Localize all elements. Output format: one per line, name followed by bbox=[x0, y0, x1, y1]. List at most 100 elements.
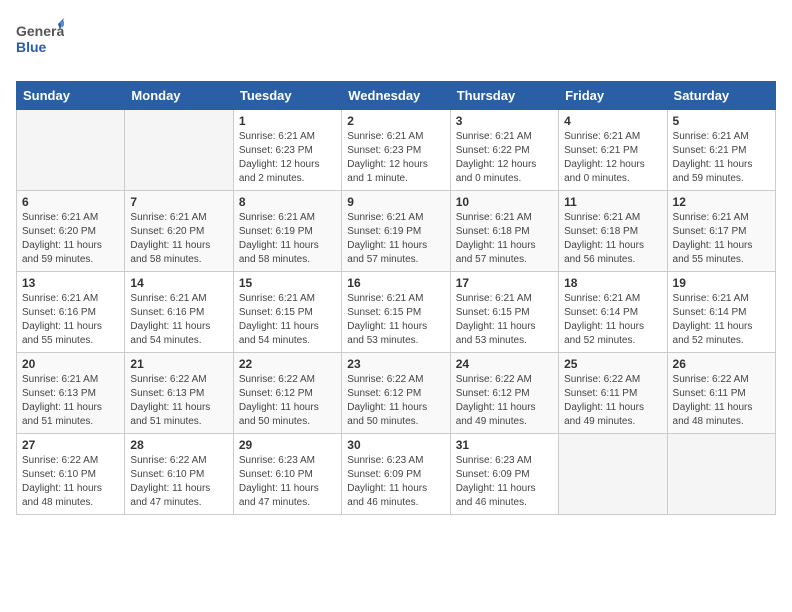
sunset-label: Sunset: 6:16 PM bbox=[22, 307, 96, 318]
sunrise-label: Sunrise: 6:23 AM bbox=[456, 455, 532, 466]
weekday-header-row: SundayMondayTuesdayWednesdayThursdayFrid… bbox=[17, 82, 776, 110]
day-detail: Sunrise: 6:21 AM Sunset: 6:16 PM Dayligh… bbox=[22, 292, 119, 348]
sunrise-label: Sunrise: 6:21 AM bbox=[673, 293, 749, 304]
day-detail: Sunrise: 6:21 AM Sunset: 6:14 PM Dayligh… bbox=[564, 292, 661, 348]
sunrise-label: Sunrise: 6:21 AM bbox=[564, 131, 640, 142]
sunrise-label: Sunrise: 6:21 AM bbox=[564, 212, 640, 223]
sunrise-label: Sunrise: 6:22 AM bbox=[673, 374, 749, 385]
day-detail: Sunrise: 6:21 AM Sunset: 6:22 PM Dayligh… bbox=[456, 130, 553, 186]
day-number: 22 bbox=[239, 357, 336, 371]
daylight-label: Daylight: 11 hours and 58 minutes. bbox=[239, 240, 319, 265]
sunrise-label: Sunrise: 6:22 AM bbox=[564, 374, 640, 385]
day-detail: Sunrise: 6:23 AM Sunset: 6:09 PM Dayligh… bbox=[347, 454, 444, 510]
sunset-label: Sunset: 6:21 PM bbox=[564, 145, 638, 156]
day-number: 4 bbox=[564, 114, 661, 128]
sunset-label: Sunset: 6:14 PM bbox=[564, 307, 638, 318]
daylight-label: Daylight: 12 hours and 1 minute. bbox=[347, 159, 428, 184]
calendar-cell: 29 Sunrise: 6:23 AM Sunset: 6:10 PM Dayl… bbox=[233, 434, 341, 515]
day-number: 24 bbox=[456, 357, 553, 371]
sunset-label: Sunset: 6:20 PM bbox=[130, 226, 204, 237]
logo-graphic: General Blue bbox=[16, 16, 64, 69]
daylight-label: Daylight: 12 hours and 0 minutes. bbox=[456, 159, 537, 184]
calendar-cell: 24 Sunrise: 6:22 AM Sunset: 6:12 PM Dayl… bbox=[450, 353, 558, 434]
sunset-label: Sunset: 6:12 PM bbox=[239, 388, 313, 399]
sunset-label: Sunset: 6:11 PM bbox=[564, 388, 637, 399]
daylight-label: Daylight: 11 hours and 51 minutes. bbox=[22, 402, 102, 427]
sunrise-label: Sunrise: 6:21 AM bbox=[347, 293, 423, 304]
calendar-cell: 16 Sunrise: 6:21 AM Sunset: 6:15 PM Dayl… bbox=[342, 272, 450, 353]
weekday-header: Saturday bbox=[667, 82, 775, 110]
day-number: 6 bbox=[22, 195, 119, 209]
day-number: 23 bbox=[347, 357, 444, 371]
daylight-label: Daylight: 11 hours and 52 minutes. bbox=[564, 321, 644, 346]
sunrise-label: Sunrise: 6:21 AM bbox=[456, 212, 532, 223]
day-number: 11 bbox=[564, 195, 661, 209]
day-number: 8 bbox=[239, 195, 336, 209]
sunset-label: Sunset: 6:10 PM bbox=[239, 469, 313, 480]
sunrise-label: Sunrise: 6:22 AM bbox=[130, 455, 206, 466]
sunset-label: Sunset: 6:16 PM bbox=[130, 307, 204, 318]
day-number: 25 bbox=[564, 357, 661, 371]
day-number: 30 bbox=[347, 438, 444, 452]
sunrise-label: Sunrise: 6:21 AM bbox=[22, 293, 98, 304]
day-number: 26 bbox=[673, 357, 770, 371]
calendar-cell: 2 Sunrise: 6:21 AM Sunset: 6:23 PM Dayli… bbox=[342, 110, 450, 191]
sunset-label: Sunset: 6:15 PM bbox=[239, 307, 313, 318]
calendar-cell: 27 Sunrise: 6:22 AM Sunset: 6:10 PM Dayl… bbox=[17, 434, 125, 515]
sunset-label: Sunset: 6:17 PM bbox=[673, 226, 747, 237]
calendar-cell: 20 Sunrise: 6:21 AM Sunset: 6:13 PM Dayl… bbox=[17, 353, 125, 434]
sunrise-label: Sunrise: 6:23 AM bbox=[347, 455, 423, 466]
day-detail: Sunrise: 6:21 AM Sunset: 6:18 PM Dayligh… bbox=[564, 211, 661, 267]
daylight-label: Daylight: 11 hours and 48 minutes. bbox=[673, 402, 753, 427]
daylight-label: Daylight: 12 hours and 2 minutes. bbox=[239, 159, 320, 184]
sunrise-label: Sunrise: 6:21 AM bbox=[239, 131, 315, 142]
svg-text:Blue: Blue bbox=[16, 39, 47, 55]
sunrise-label: Sunrise: 6:22 AM bbox=[456, 374, 532, 385]
calendar-cell: 7 Sunrise: 6:21 AM Sunset: 6:20 PM Dayli… bbox=[125, 191, 233, 272]
weekday-header: Tuesday bbox=[233, 82, 341, 110]
daylight-label: Daylight: 11 hours and 49 minutes. bbox=[456, 402, 536, 427]
daylight-label: Daylight: 11 hours and 46 minutes. bbox=[347, 483, 427, 508]
day-detail: Sunrise: 6:21 AM Sunset: 6:15 PM Dayligh… bbox=[239, 292, 336, 348]
daylight-label: Daylight: 11 hours and 59 minutes. bbox=[673, 159, 753, 184]
day-detail: Sunrise: 6:21 AM Sunset: 6:19 PM Dayligh… bbox=[347, 211, 444, 267]
sunset-label: Sunset: 6:13 PM bbox=[130, 388, 204, 399]
calendar-cell bbox=[125, 110, 233, 191]
calendar-cell: 21 Sunrise: 6:22 AM Sunset: 6:13 PM Dayl… bbox=[125, 353, 233, 434]
daylight-label: Daylight: 11 hours and 53 minutes. bbox=[347, 321, 427, 346]
day-detail: Sunrise: 6:21 AM Sunset: 6:13 PM Dayligh… bbox=[22, 373, 119, 429]
sunset-label: Sunset: 6:23 PM bbox=[239, 145, 313, 156]
day-number: 27 bbox=[22, 438, 119, 452]
sunrise-label: Sunrise: 6:22 AM bbox=[347, 374, 423, 385]
daylight-label: Daylight: 11 hours and 59 minutes. bbox=[22, 240, 102, 265]
daylight-label: Daylight: 11 hours and 57 minutes. bbox=[456, 240, 536, 265]
day-number: 5 bbox=[673, 114, 770, 128]
daylight-label: Daylight: 11 hours and 56 minutes. bbox=[564, 240, 644, 265]
daylight-label: Daylight: 11 hours and 58 minutes. bbox=[130, 240, 210, 265]
daylight-label: Daylight: 11 hours and 53 minutes. bbox=[456, 321, 536, 346]
calendar-week-row: 6 Sunrise: 6:21 AM Sunset: 6:20 PM Dayli… bbox=[17, 191, 776, 272]
calendar-cell bbox=[559, 434, 667, 515]
day-detail: Sunrise: 6:22 AM Sunset: 6:11 PM Dayligh… bbox=[564, 373, 661, 429]
day-number: 21 bbox=[130, 357, 227, 371]
day-number: 10 bbox=[456, 195, 553, 209]
sunrise-label: Sunrise: 6:21 AM bbox=[22, 212, 98, 223]
calendar-week-row: 1 Sunrise: 6:21 AM Sunset: 6:23 PM Dayli… bbox=[17, 110, 776, 191]
day-detail: Sunrise: 6:22 AM Sunset: 6:12 PM Dayligh… bbox=[239, 373, 336, 429]
calendar-cell bbox=[17, 110, 125, 191]
day-detail: Sunrise: 6:22 AM Sunset: 6:10 PM Dayligh… bbox=[22, 454, 119, 510]
sunrise-label: Sunrise: 6:22 AM bbox=[130, 374, 206, 385]
sunrise-label: Sunrise: 6:23 AM bbox=[239, 455, 315, 466]
sunset-label: Sunset: 6:13 PM bbox=[22, 388, 96, 399]
calendar-table: SundayMondayTuesdayWednesdayThursdayFrid… bbox=[16, 81, 776, 515]
calendar-cell: 12 Sunrise: 6:21 AM Sunset: 6:17 PM Dayl… bbox=[667, 191, 775, 272]
daylight-label: Daylight: 11 hours and 57 minutes. bbox=[347, 240, 427, 265]
day-detail: Sunrise: 6:23 AM Sunset: 6:10 PM Dayligh… bbox=[239, 454, 336, 510]
calendar-cell: 8 Sunrise: 6:21 AM Sunset: 6:19 PM Dayli… bbox=[233, 191, 341, 272]
logo: General Blue bbox=[16, 16, 64, 69]
svg-text:General: General bbox=[16, 23, 64, 39]
sunrise-label: Sunrise: 6:21 AM bbox=[22, 374, 98, 385]
sunset-label: Sunset: 6:15 PM bbox=[347, 307, 421, 318]
calendar-cell: 17 Sunrise: 6:21 AM Sunset: 6:15 PM Dayl… bbox=[450, 272, 558, 353]
calendar-cell: 28 Sunrise: 6:22 AM Sunset: 6:10 PM Dayl… bbox=[125, 434, 233, 515]
